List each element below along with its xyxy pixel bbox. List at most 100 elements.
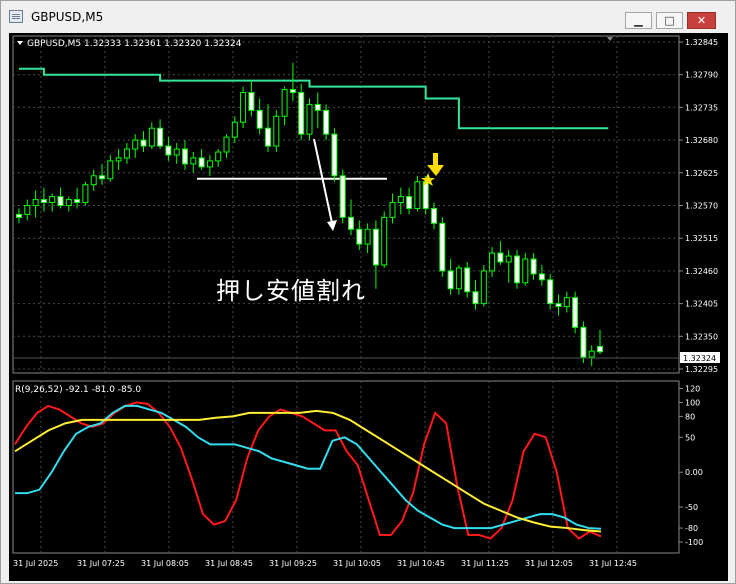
candle — [273, 110, 280, 152]
candle — [157, 119, 164, 150]
candle-body — [455, 267, 462, 290]
price-label: 1.32515 — [685, 234, 718, 243]
indicator-axis-label: 0.00 — [685, 468, 703, 477]
candle — [530, 253, 537, 280]
candle-body — [240, 92, 247, 123]
triangle-down-icon[interactable] — [17, 41, 23, 45]
candle — [40, 187, 47, 212]
indicator-axis-label: -80 — [685, 524, 698, 533]
candle-body — [597, 345, 603, 353]
time-label: 31 Jul 12:45 — [589, 559, 637, 568]
candle — [231, 116, 238, 144]
candle — [123, 143, 130, 164]
candle-body — [65, 199, 72, 207]
price-label: 1.32680 — [685, 136, 718, 145]
band-line — [19, 67, 609, 130]
candle-body — [348, 216, 354, 230]
candle-body — [505, 255, 512, 263]
candle — [588, 345, 595, 367]
candle-body — [514, 255, 520, 284]
candle-body — [580, 326, 587, 358]
candle-body — [115, 157, 122, 162]
candle — [356, 220, 363, 251]
chart-window: GBPUSD,M5 ▁ □ ✕ 1.32845 1.32790 1.32735 … — [0, 0, 736, 584]
candle — [24, 199, 31, 221]
candle — [190, 151, 197, 173]
price-label: 1.32790 — [685, 71, 718, 80]
candle — [173, 143, 180, 164]
candle-body — [273, 115, 280, 147]
candle-body — [298, 92, 305, 135]
candle-body — [248, 92, 255, 111]
candle — [348, 199, 354, 236]
candle-body — [198, 157, 205, 168]
candle-body — [339, 175, 346, 218]
indicator-axis-label: -50 — [685, 503, 698, 512]
indicator-axis-label: -100 — [685, 538, 703, 547]
price-label: 1.32735 — [685, 103, 718, 112]
candle — [289, 62, 296, 102]
candle-body — [140, 139, 147, 147]
candle — [90, 169, 97, 191]
candle-body — [538, 273, 545, 281]
chart-svg[interactable]: 1.32845 1.32790 1.32735 1.32680 1.32625 1.325… — [9, 33, 728, 581]
candle-body — [563, 297, 570, 308]
candle-body — [173, 148, 180, 156]
candle-body — [206, 160, 213, 168]
candle — [223, 134, 230, 158]
candle-body — [90, 175, 97, 186]
symbol-info: GBPUSD,M5 1.32333 1.32361 1.32320 1.3232… — [27, 39, 242, 49]
candle-body — [107, 160, 114, 180]
window-title: GBPUSD,M5 — [31, 10, 104, 24]
candle — [99, 163, 105, 185]
candle — [240, 86, 247, 129]
candle — [381, 211, 388, 268]
candle — [16, 208, 22, 224]
candle-body — [381, 216, 388, 266]
candle-body — [99, 175, 105, 180]
candle-body — [215, 151, 222, 162]
candle — [597, 329, 603, 355]
price-label: 1.32350 — [685, 332, 718, 341]
maximize-button[interactable]: □ — [656, 12, 683, 29]
candle-body — [497, 252, 504, 263]
close-button[interactable]: ✕ — [687, 12, 716, 29]
candle-body — [165, 145, 172, 156]
candle-body — [464, 267, 471, 293]
candle-body — [16, 213, 22, 218]
candle — [331, 128, 338, 182]
candle — [514, 250, 520, 289]
candle-body — [148, 127, 155, 147]
candle — [572, 291, 579, 334]
candle-body — [24, 205, 31, 215]
annotation-arrow-shaft — [313, 138, 333, 224]
price-label: 1.32845 — [685, 38, 718, 47]
candle — [372, 220, 379, 289]
price-label: 1.32405 — [685, 300, 718, 309]
candle-body — [223, 136, 230, 153]
title-bar[interactable]: GBPUSD,M5 ▁ □ ✕ — [1, 1, 735, 33]
price-label: 1.32625 — [685, 169, 718, 178]
time-label: 31 Jul 10:45 — [397, 559, 445, 568]
candle-body — [439, 222, 446, 272]
candle-body — [522, 258, 529, 284]
time-label: 31 Jul 07:25 — [77, 559, 125, 568]
minimize-button[interactable]: ▁ — [625, 12, 652, 29]
candle-body — [414, 181, 421, 209]
red-indicator-line — [14, 401, 602, 540]
candle — [339, 169, 346, 224]
candle-body — [74, 199, 81, 204]
candle-body — [406, 196, 413, 209]
candle-body — [331, 133, 338, 177]
candle-body — [57, 196, 64, 206]
candle — [198, 149, 205, 170]
candle — [439, 217, 446, 277]
candle — [140, 131, 147, 152]
candle-body — [289, 89, 296, 94]
chart-canvas[interactable]: 1.32845 1.32790 1.32735 1.32680 1.32625 1.325… — [9, 33, 728, 581]
candle — [314, 92, 321, 129]
candle — [281, 86, 288, 126]
indicator-axis-label: 80 — [685, 412, 695, 421]
candle — [323, 104, 330, 141]
candle — [298, 83, 305, 141]
